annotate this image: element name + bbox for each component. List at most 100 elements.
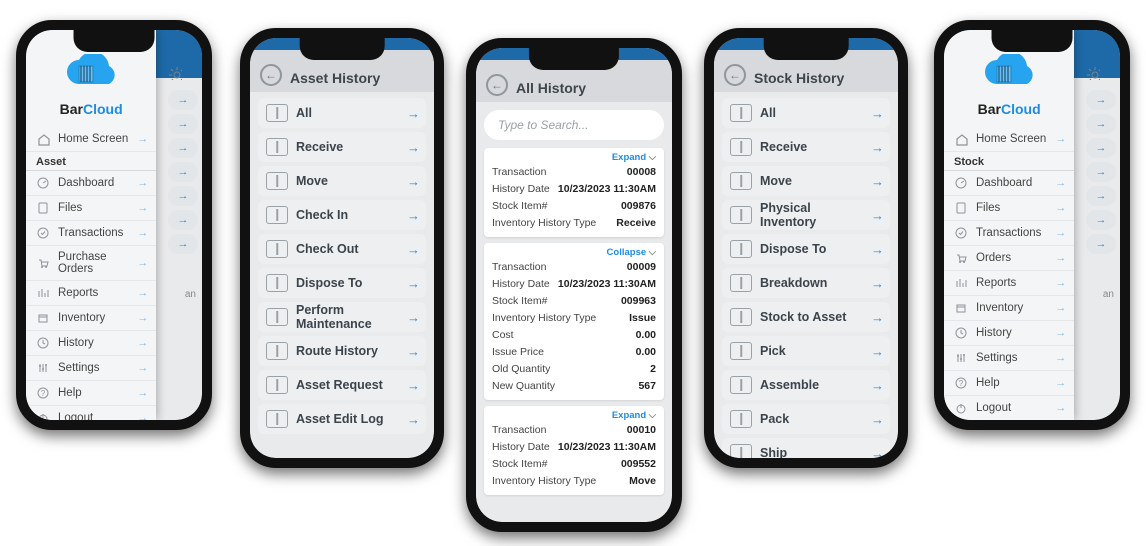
nav-item-dashboard[interactable]: Dashboard→ bbox=[26, 171, 156, 196]
field-label: Inventory History Type bbox=[492, 475, 596, 487]
book-icon bbox=[266, 172, 288, 190]
arrow-right-icon: → bbox=[407, 208, 420, 223]
nav-section-label: Asset bbox=[26, 152, 156, 171]
list-item-label: Check In bbox=[296, 208, 399, 222]
card-field: Old Quantity2 bbox=[492, 360, 656, 377]
list-item-check-out[interactable]: Check Out→ bbox=[258, 234, 426, 264]
list-item-label: Breakdown bbox=[760, 276, 863, 290]
field-label: History Date bbox=[492, 278, 550, 290]
nav-item-label: Dashboard bbox=[976, 177, 1047, 189]
list-item-label: Pick bbox=[760, 344, 863, 358]
list-item-physical-inventory[interactable]: Physical Inventory→ bbox=[722, 200, 890, 230]
list-item-asset-edit-log[interactable]: Asset Edit Log→ bbox=[258, 404, 426, 434]
card-field: Inventory History TypeReceive bbox=[492, 214, 656, 231]
nav-item-orders[interactable]: Orders→ bbox=[944, 246, 1074, 271]
field-label: Issue Price bbox=[492, 346, 544, 358]
chevron-right-icon: → bbox=[137, 362, 148, 374]
back-button[interactable]: ← bbox=[260, 64, 282, 86]
book-icon bbox=[266, 138, 288, 156]
nav-item-files[interactable]: Files→ bbox=[944, 196, 1074, 221]
settings-gear-icon[interactable] bbox=[1086, 66, 1104, 84]
list-item-pick[interactable]: Pick→ bbox=[722, 336, 890, 366]
book-icon bbox=[730, 240, 752, 258]
list-item-all[interactable]: All→ bbox=[258, 98, 426, 128]
nav-item-reports[interactable]: Reports→ bbox=[944, 271, 1074, 296]
nav-item-logout[interactable]: Logout→ bbox=[26, 406, 156, 420]
list-item-stock-to-asset[interactable]: Stock to Asset→ bbox=[722, 302, 890, 332]
list-item-check-in[interactable]: Check In → bbox=[258, 200, 426, 230]
transaction-type-list: All→ Receive→ Move→ Check In → Check Out→ Disp… bbox=[250, 92, 434, 440]
card-field: Transaction00008 bbox=[492, 163, 656, 180]
nav-item-inventory[interactable]: Inventory→ bbox=[26, 306, 156, 331]
arrow-right-icon: → bbox=[407, 378, 420, 393]
nav-item-transactions[interactable]: Transactions→ bbox=[944, 221, 1074, 246]
list-item-dispose-to[interactable]: Dispose To→ bbox=[722, 234, 890, 264]
navigation-drawer: BarCloudHome Screen→StockDashboard→Files… bbox=[944, 30, 1074, 420]
arrow-right-icon: → bbox=[871, 378, 884, 393]
nav-item-logout[interactable]: Logout→ bbox=[944, 396, 1074, 420]
ghost-arrow-icon: → bbox=[1086, 234, 1116, 254]
nav-item-settings[interactable]: Settings→ bbox=[26, 356, 156, 381]
nav-item-label: Settings bbox=[976, 352, 1047, 364]
nav-item-purchase-orders[interactable]: Purchase Orders→ bbox=[26, 246, 156, 281]
nav-item-label: Files bbox=[58, 202, 129, 214]
nav-item-settings[interactable]: Settings→ bbox=[944, 346, 1074, 371]
nav-item-label: Dashboard bbox=[58, 177, 129, 189]
book-icon bbox=[730, 342, 752, 360]
field-value: 2 bbox=[650, 363, 656, 375]
field-label: Cost bbox=[492, 329, 514, 341]
nav-item-history[interactable]: History→ bbox=[944, 321, 1074, 346]
ghost-arrow-icon: → bbox=[168, 90, 198, 110]
arrow-right-icon: → bbox=[407, 344, 420, 359]
back-button[interactable]: ← bbox=[486, 74, 508, 96]
list-item-breakdown[interactable]: Breakdown→ bbox=[722, 268, 890, 298]
field-value: 10/23/2023 11:30AM bbox=[558, 278, 656, 290]
nav-item-help[interactable]: ?Help→ bbox=[944, 371, 1074, 396]
nav-item-label: Logout bbox=[976, 402, 1047, 414]
ghost-arrow-icon: → bbox=[1086, 138, 1116, 158]
transaction-type-list: All→ Receive→ Move→ Physical Inventory→ Disp… bbox=[714, 92, 898, 458]
list-item-perform-maintenance[interactable]: Perform Maintenance→ bbox=[258, 302, 426, 332]
list-item-all[interactable]: All→ bbox=[722, 98, 890, 128]
nav-item-history[interactable]: History→ bbox=[26, 331, 156, 356]
card-field: Stock Item#009876 bbox=[492, 197, 656, 214]
nav-item-home-screen[interactable]: Home Screen→ bbox=[944, 127, 1074, 152]
book-icon bbox=[266, 104, 288, 122]
field-value: 0.00 bbox=[636, 329, 656, 341]
arrow-right-icon: → bbox=[871, 106, 884, 121]
list-item-move[interactable]: Move→ bbox=[258, 166, 426, 196]
list-item-receive[interactable]: Receive→ bbox=[722, 132, 890, 162]
list-item-receive[interactable]: Receive→ bbox=[258, 132, 426, 162]
list-item-pack[interactable]: Pack→ bbox=[722, 404, 890, 434]
book-icon bbox=[266, 206, 288, 224]
chevron-right-icon: → bbox=[137, 257, 148, 269]
settings-gear-icon[interactable] bbox=[168, 66, 186, 84]
ghost-arrow-icon: → bbox=[1086, 162, 1116, 182]
nav-item-dashboard[interactable]: Dashboard→ bbox=[944, 171, 1074, 196]
list-item-route-history[interactable]: Route History→ bbox=[258, 336, 426, 366]
background-buttons: →→→→→→→ bbox=[168, 90, 198, 254]
nav-item-reports[interactable]: Reports→ bbox=[26, 281, 156, 306]
nav-item-transactions[interactable]: Transactions→ bbox=[26, 221, 156, 246]
list-item-ship[interactable]: Ship→ bbox=[722, 438, 890, 458]
list-item-asset-request[interactable]: Asset Request→ bbox=[258, 370, 426, 400]
card-toggle[interactable]: Expand bbox=[492, 410, 656, 421]
list-item-assemble[interactable]: Assemble→ bbox=[722, 370, 890, 400]
nav-item-help[interactable]: ?Help→ bbox=[26, 381, 156, 406]
list-item-dispose-to[interactable]: Dispose To→ bbox=[258, 268, 426, 298]
nav-list: Home Screen→ bbox=[944, 127, 1074, 152]
list-item-move[interactable]: Move→ bbox=[722, 166, 890, 196]
nav-item-files[interactable]: Files→ bbox=[26, 196, 156, 221]
sliders-icon bbox=[954, 351, 968, 365]
cloud-logo-icon bbox=[59, 54, 123, 99]
field-value: 009963 bbox=[621, 295, 656, 307]
list-item-label: Stock to Asset bbox=[760, 310, 863, 324]
search-input[interactable]: Type to Search... bbox=[484, 110, 664, 140]
card-toggle[interactable]: Collapse bbox=[492, 247, 656, 258]
card-toggle[interactable]: Expand bbox=[492, 152, 656, 163]
clock-icon bbox=[36, 336, 50, 350]
back-button[interactable]: ← bbox=[724, 64, 746, 86]
chevron-right-icon: → bbox=[137, 227, 148, 239]
nav-item-home-screen[interactable]: Home Screen→ bbox=[26, 127, 156, 152]
nav-item-inventory[interactable]: Inventory→ bbox=[944, 296, 1074, 321]
